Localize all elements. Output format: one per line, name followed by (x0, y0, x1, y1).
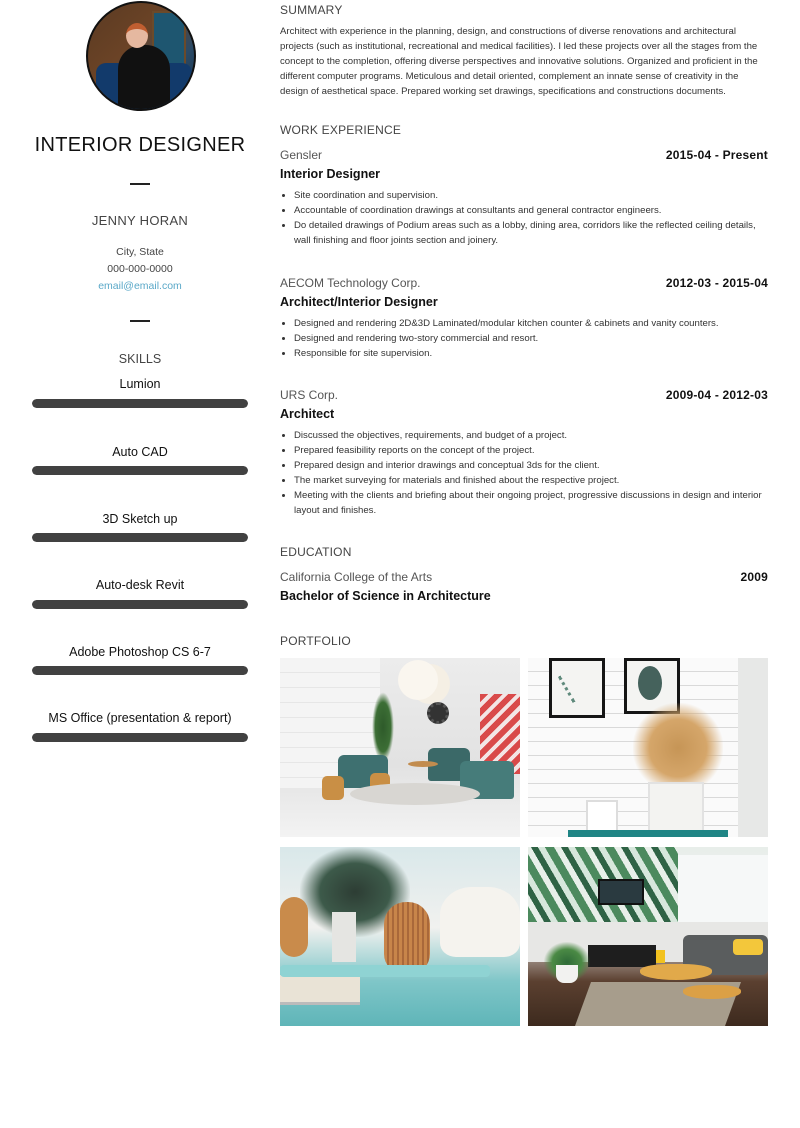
skill-bar-fill (32, 466, 248, 475)
job-role: Interior Designer (280, 167, 381, 181)
job-bullet: The market surveying for materials and f… (294, 473, 768, 488)
skills-heading: SKILLS (118, 352, 162, 366)
company-name: AECOM Technology Corp. (280, 276, 421, 290)
media-console (588, 945, 656, 967)
candidate-name: JENNY HORAN (91, 213, 189, 228)
skill-bar (32, 399, 248, 408)
school-name: California College of the Arts (280, 570, 433, 584)
skill-item: 3D Sketch up (0, 512, 280, 542)
divider (130, 183, 150, 185)
job-bullet: Do detailed drawings of Podium areas suc… (294, 218, 768, 248)
phone-number: 000-000-0000 (107, 263, 173, 275)
potted-plant (372, 692, 394, 762)
yellow-ornament (656, 950, 665, 963)
skill-label: 3D Sketch up (102, 512, 178, 526)
summary-heading: SUMMARY (280, 3, 343, 17)
skill-bar-fill (32, 600, 248, 609)
skill-item: Adobe Photoshop CS 6-7 (0, 645, 280, 675)
skill-bar (32, 533, 248, 542)
degree: Bachelor of Science in Architecture (280, 589, 491, 603)
job-bullets: Discussed the objectives, requirements, … (294, 428, 768, 518)
job-bullet: Discussed the objectives, requirements, … (294, 428, 768, 443)
rattan-lantern (384, 902, 430, 974)
skill-bar (32, 466, 248, 475)
skill-bar-fill (32, 666, 248, 675)
sheepskin-chair (440, 887, 520, 957)
job-bullet: Responsible for site supervision. (294, 346, 768, 361)
skill-item: Auto-desk Revit (0, 578, 280, 609)
portfolio-image[interactable] (528, 847, 768, 1026)
skill-item: Lumion (0, 377, 280, 408)
job-bullet: Prepared design and interior drawings an… (294, 458, 768, 473)
education-heading: EDUCATION (280, 545, 352, 559)
cork-stool (322, 776, 344, 800)
skill-bar-fill (32, 733, 248, 742)
rattan-lantern (280, 897, 308, 957)
plant-pot (556, 965, 578, 983)
turquoise-console (280, 965, 490, 977)
photo-person (118, 45, 170, 109)
skill-bar (32, 600, 248, 609)
skill-label: Adobe Photoshop CS 6-7 (69, 645, 211, 659)
profile-photo (86, 1, 196, 111)
teal-console (568, 830, 728, 837)
skill-bar-fill (32, 399, 248, 408)
skill-item: MS Office (presentation & report) (0, 711, 280, 742)
skill-bar (32, 733, 248, 742)
skill-label: Auto-desk Revit (95, 578, 185, 592)
job-bullet: Designed and rendering 2D&3D Laminated/m… (294, 316, 768, 331)
job-bullets: Designed and rendering 2D&3D Laminated/m… (294, 316, 768, 361)
job-bullet: Accountable of coordination drawings at … (294, 203, 768, 218)
yellow-pillow (733, 939, 763, 955)
nesting-table (683, 985, 741, 999)
job-dates: 2009-04 - 2012-03 (665, 388, 768, 402)
portfolio-heading: PORTFOLIO (280, 634, 351, 648)
portfolio-image[interactable] (280, 658, 520, 837)
pampas-grass (633, 703, 723, 793)
round-rug (350, 783, 480, 805)
job-bullets: Site coordination and supervision. Accou… (294, 188, 768, 248)
white-vase (332, 912, 356, 962)
photo-person-head (126, 23, 148, 48)
portfolio-image[interactable] (528, 658, 768, 837)
job-bullet: Designed and rendering two-story commerc… (294, 331, 768, 346)
divider (130, 320, 150, 322)
wall-edge (738, 658, 768, 837)
job-role: Architect/Interior Designer (280, 295, 438, 309)
leaning-frame (648, 782, 704, 837)
job-role: Architect (280, 407, 335, 421)
job-dates: 2012-03 - 2015-04 (665, 276, 768, 290)
job-dates: 2015-04 - Present (665, 148, 768, 162)
job-title: INTERIOR DESIGNER (34, 134, 246, 156)
work-experience-heading: WORK EXPERIENCE (280, 123, 402, 137)
skill-label: Lumion (119, 377, 161, 391)
portfolio-image[interactable] (280, 847, 520, 1026)
company-name: Gensler (280, 148, 323, 162)
side-table (408, 761, 438, 767)
job-bullet: Prepared feasibility reports on the conc… (294, 443, 768, 458)
location: City, State (116, 246, 164, 258)
window (678, 855, 768, 925)
skill-bar-fill (32, 533, 248, 542)
book-stack (280, 975, 360, 1005)
leaf-artwork (638, 666, 662, 700)
pendant-lamp (398, 660, 438, 700)
wall-tv (598, 879, 644, 905)
email-link[interactable]: email@email.com (0, 280, 280, 292)
job-bullet: Meeting with the clients and briefing ab… (294, 488, 768, 518)
job-bullet: Site coordination and supervision. (294, 188, 768, 203)
skill-label: MS Office (presentation & report) (48, 711, 232, 725)
skill-label: Auto CAD (112, 445, 168, 459)
sunburst-clock (427, 702, 449, 724)
summary-text: Architect with experience in the plannin… (280, 26, 758, 97)
graduation-year: 2009 (740, 570, 768, 584)
skill-item: Auto CAD (0, 445, 280, 475)
skill-bar (32, 666, 248, 675)
company-name: URS Corp. (280, 388, 339, 402)
coffee-table (640, 964, 712, 980)
